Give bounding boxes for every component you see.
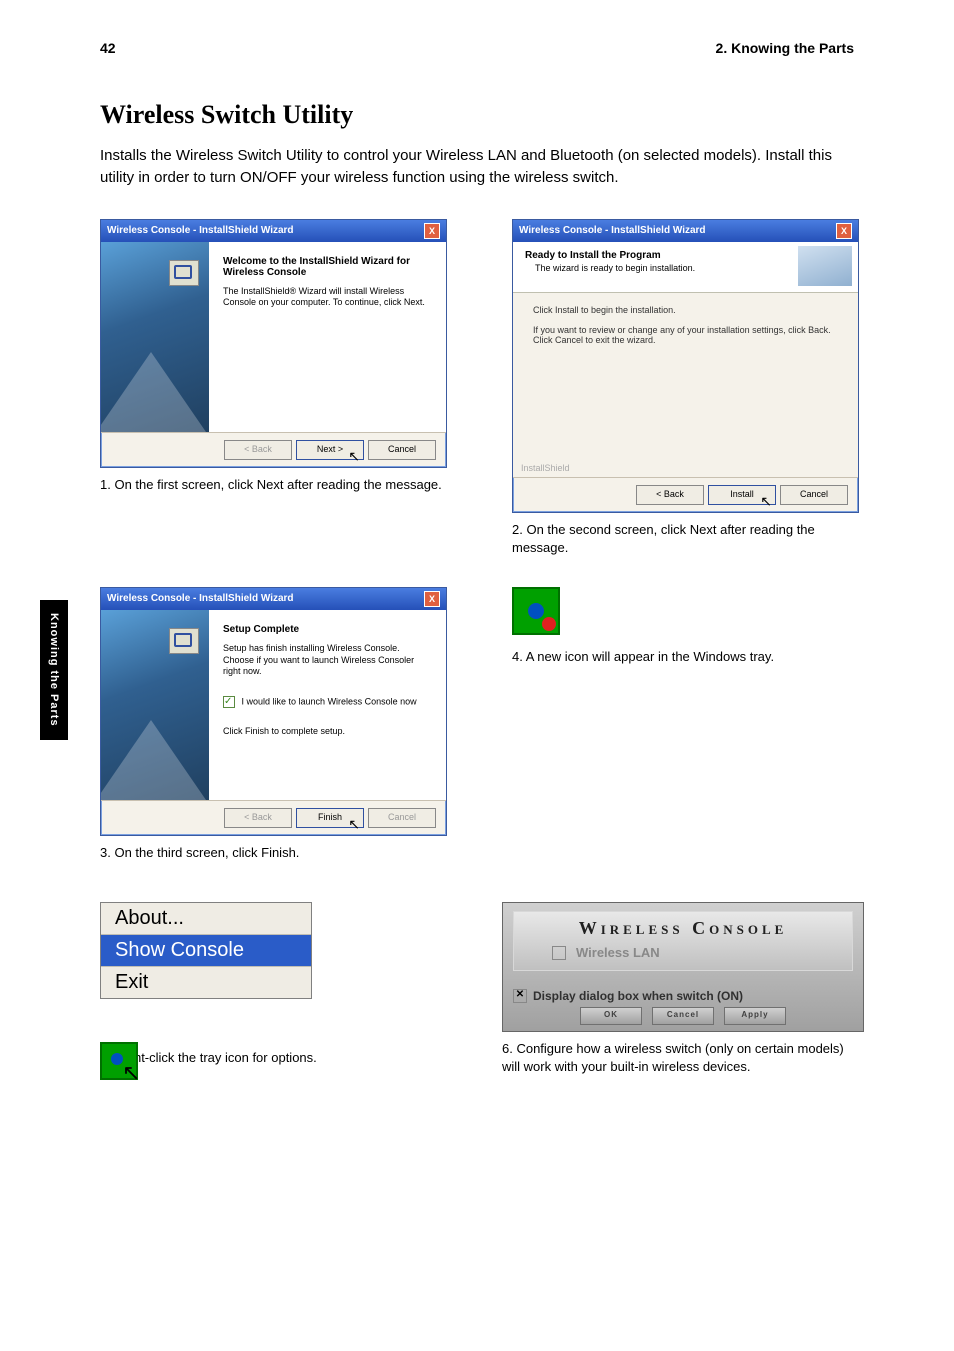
menu-item-exit[interactable]: Exit [101, 967, 311, 998]
header-image [798, 246, 852, 286]
status-dot-icon [542, 617, 556, 631]
wireless-console-panel: Wireless Console Wireless LAN Display di… [502, 902, 864, 1032]
caption-2: 2. On the second screen, click Next afte… [512, 521, 864, 557]
caption-3: 3. On the third screen, click Finish. [100, 844, 452, 862]
cancel-button[interactable]: Cancel [780, 485, 848, 505]
caption-5: 5. Right-click the tray icon for options… [100, 1049, 442, 1067]
apply-button[interactable]: Apply [724, 1007, 786, 1025]
wizard-heading: Setup Complete [223, 624, 432, 635]
wizard-ready: Wireless Console - InstallShield Wizard … [512, 219, 859, 513]
wizard-welcome: Wireless Console - InstallShield Wizard … [100, 219, 447, 468]
section-title: Wireless Switch Utility [100, 100, 864, 130]
next-button[interactable]: Next > [296, 440, 364, 460]
caption-6: 6. Configure how a wireless switch (only… [502, 1040, 864, 1076]
window-title: Wireless Console - InstallShield Wizard [107, 593, 294, 604]
header-section: 2. Knowing the Parts [716, 40, 854, 56]
wizard-sidebar-image [101, 242, 209, 432]
close-icon[interactable]: X [424, 591, 440, 607]
menu-item-show-console[interactable]: Show Console [101, 935, 311, 967]
wizard-text: Click Install to begin the installation. [533, 305, 838, 315]
back-button: < Back [224, 440, 292, 460]
installer-icon [169, 260, 199, 286]
tray-icon[interactable] [512, 587, 560, 635]
panel-title: Wireless Console [522, 918, 844, 939]
checkbox-icon[interactable] [223, 696, 235, 708]
close-icon[interactable]: X [424, 223, 440, 239]
installer-icon [169, 628, 199, 654]
cancel-button: Cancel [368, 808, 436, 828]
menu-item-about[interactable]: About... [101, 903, 311, 935]
tray-context-menu: About... Show Console Exit [100, 902, 312, 999]
section-intro: Installs the Wireless Switch Utility to … [100, 145, 864, 189]
wireless-icon [528, 603, 544, 619]
launch-now-checkbox[interactable]: I would like to launch Wireless Console … [223, 696, 432, 708]
cancel-button[interactable]: Cancel [368, 440, 436, 460]
back-button: < Back [224, 808, 292, 828]
side-tab: Knowing the Parts [40, 600, 68, 740]
install-button[interactable]: Install [708, 485, 776, 505]
checkbox-icon[interactable] [513, 989, 527, 1003]
display-dialog-checkbox[interactable]: Display dialog box when switch (ON) [513, 989, 853, 1003]
close-icon[interactable]: X [836, 223, 852, 239]
back-button[interactable]: < Back [636, 485, 704, 505]
cancel-button[interactable]: Cancel [652, 1007, 714, 1025]
wizard-heading: Welcome to the InstallShield Wizard for … [223, 256, 432, 278]
wizard-text: Setup has finish installing Wireless Con… [223, 643, 432, 678]
caption-1: 1. On the first screen, click Next after… [100, 476, 452, 494]
page-number: 42 [100, 40, 116, 56]
caption-4: 4. A new icon will appear in the Windows… [512, 648, 864, 666]
cursor-icon: ↖ [122, 1060, 140, 1086]
checkbox-icon[interactable] [552, 946, 566, 960]
wizard-sidebar-image [101, 610, 209, 800]
window-title: Wireless Console - InstallShield Wizard [107, 225, 294, 236]
wizard-complete: Wireless Console - InstallShield Wizard … [100, 587, 447, 836]
finish-button[interactable]: Finish [296, 808, 364, 828]
wizard-text: If you want to review or change any of y… [533, 325, 838, 345]
window-title: Wireless Console - InstallShield Wizard [519, 225, 706, 236]
wizard-text: Click Finish to complete setup. [223, 726, 432, 738]
installshield-label: InstallShield [521, 463, 570, 473]
wizard-body-text: The InstallShield® Wizard will install W… [223, 286, 432, 309]
ok-button[interactable]: OK [580, 1007, 642, 1025]
wlan-toggle[interactable]: Wireless LAN [522, 945, 844, 960]
